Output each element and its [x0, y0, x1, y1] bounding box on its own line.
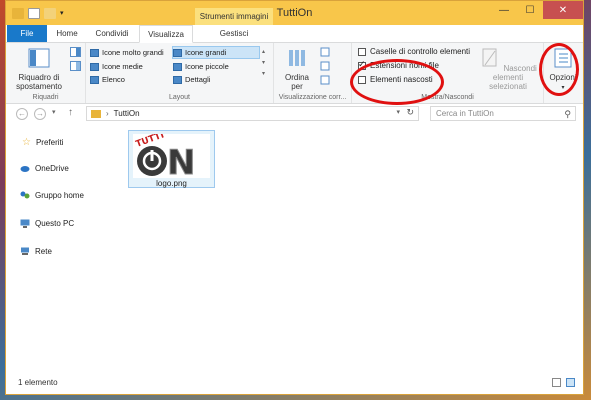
- layout-icon: [90, 62, 99, 71]
- details-view-icon[interactable]: [552, 378, 561, 387]
- highlight-ring: [350, 59, 444, 105]
- folder-icon: [91, 109, 101, 118]
- layout-extra-large-icons[interactable]: Icone molto grandi: [90, 47, 164, 58]
- nav-item-favorites[interactable]: ☆ Preferiti: [22, 137, 64, 148]
- search-icon: ⚲: [564, 109, 571, 119]
- homegroup-icon: [20, 191, 30, 199]
- navigation-pane-button[interactable]: Riquadro di spostamento: [14, 47, 64, 91]
- computer-icon: [20, 219, 30, 228]
- cloud-icon: [20, 166, 30, 172]
- ribbon: Riquadro di spostamento Riquadri Icone m…: [6, 43, 583, 104]
- file-list: TUTTI N logo.png: [118, 127, 578, 367]
- file-item[interactable]: TUTTI N logo.png: [128, 130, 215, 188]
- layout-details[interactable]: Dettagli: [173, 74, 210, 85]
- up-button[interactable]: ↑: [68, 107, 73, 118]
- ribbon-tabs: File Home Condividi Visualizza Gestisci …: [6, 25, 583, 63]
- status-bar: 1 elemento: [6, 369, 583, 394]
- window-controls: — ☐ ✕: [491, 1, 583, 19]
- tab-share[interactable]: Condividi: [86, 25, 138, 42]
- forward-button[interactable]: →: [34, 108, 46, 120]
- navigation-pane-icon: [28, 48, 50, 68]
- sort-icon: [289, 50, 305, 66]
- star-icon: ☆: [22, 137, 31, 148]
- breadcrumb[interactable]: TuttiOn: [114, 109, 140, 118]
- network-icon: [21, 247, 29, 255]
- layout-icon: [90, 75, 99, 84]
- close-button[interactable]: ✕: [543, 1, 583, 19]
- layout-icon: [173, 48, 182, 57]
- address-bar-row: ← → ▾ ↑ › TuttiOn ▾ ↻ Cerca in TuttiOn ⚲: [6, 104, 583, 122]
- hide-selected-button[interactable]: Nascondi elementi selezionati: [474, 47, 542, 91]
- minimize-button[interactable]: —: [491, 1, 517, 19]
- nav-item-network[interactable]: Rete: [20, 247, 52, 256]
- add-columns-icon[interactable]: [320, 61, 334, 71]
- layout-scroll[interactable]: ▴ ▾ ▾: [262, 47, 265, 80]
- item-count: 1 elemento: [18, 378, 58, 387]
- layout-icon: [90, 48, 99, 57]
- title-bar: ▾ Strumenti immagini TuttiOn — ☐ ✕: [6, 1, 583, 25]
- tab-file[interactable]: File: [7, 25, 47, 42]
- refresh-icon[interactable]: ↻: [406, 107, 414, 118]
- item-checkboxes-toggle[interactable]: Caselle di controllo elementi: [358, 47, 470, 56]
- layout-group-label: Layout: [168, 94, 191, 101]
- panes-group: Riquadro di spostamento Riquadri: [6, 43, 86, 103]
- layout-icon: [173, 75, 182, 84]
- checkbox[interactable]: [358, 47, 366, 56]
- current-view-group-label: Visualizzazione corr...: [278, 94, 347, 101]
- maximize-button[interactable]: ☐: [517, 1, 543, 19]
- breadcrumb-separator-icon: ›: [106, 109, 109, 118]
- search-input[interactable]: Cerca in TuttiOn ⚲: [430, 106, 576, 121]
- current-view-group: Ordina per Visualizzazione corr...: [274, 43, 352, 103]
- back-button[interactable]: ←: [16, 108, 28, 120]
- panes-group-label: Riquadri: [32, 94, 59, 101]
- explorer-window: ▾ Strumenti immagini TuttiOn — ☐ ✕ File …: [5, 0, 584, 395]
- size-columns-icon[interactable]: [320, 75, 334, 85]
- layout-medium-icons[interactable]: Icone medie: [90, 61, 143, 72]
- navigation-pane: ☆ Preferiti OneDrive Gruppo home Questo …: [6, 127, 116, 367]
- hide-selected-icon: [482, 48, 497, 67]
- address-dropdown-icon[interactable]: ▾: [396, 108, 400, 116]
- nav-item-this-pc[interactable]: Questo PC: [20, 219, 74, 228]
- tab-home[interactable]: Home: [50, 25, 84, 42]
- tab-manage[interactable]: Gestisci: [211, 25, 257, 42]
- preview-pane-icon[interactable]: [70, 47, 81, 57]
- layout-small-icons[interactable]: Icone piccole: [173, 61, 229, 72]
- nav-item-homegroup[interactable]: Gruppo home: [20, 191, 84, 200]
- recent-locations-icon[interactable]: ▾: [52, 108, 56, 116]
- highlight-ring: [539, 43, 579, 96]
- svg-text:N: N: [167, 143, 195, 178]
- file-thumbnail-logo: TUTTI N: [133, 134, 210, 178]
- layout-large-icons[interactable]: Icone grandi: [172, 46, 260, 59]
- large-icons-view-icon[interactable]: [566, 378, 575, 387]
- layout-group: Icone molto grandi Icone grandi Icone me…: [86, 43, 274, 103]
- tab-view[interactable]: Visualizza: [139, 25, 193, 43]
- layout-icon: [173, 62, 182, 71]
- sort-by-button[interactable]: Ordina per: [280, 47, 314, 91]
- group-by-icon[interactable]: [320, 47, 334, 57]
- address-path[interactable]: › TuttiOn ▾ ↻: [86, 106, 419, 121]
- file-name: logo.png: [156, 179, 187, 188]
- layout-list[interactable]: Elenco: [90, 74, 125, 85]
- details-pane-icon[interactable]: [70, 61, 81, 71]
- nav-item-onedrive[interactable]: OneDrive: [20, 164, 69, 173]
